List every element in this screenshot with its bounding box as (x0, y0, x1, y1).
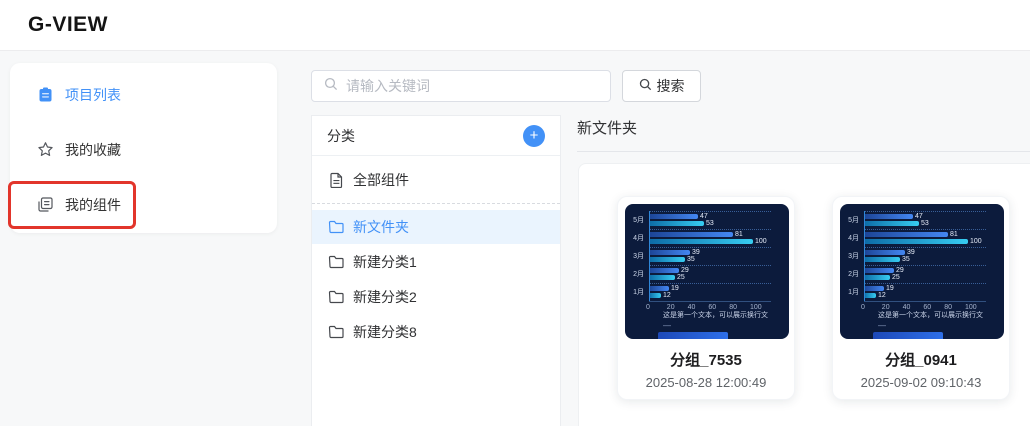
folder-title: 新文件夹 (577, 120, 638, 137)
category-item-label: 新文件夹 (353, 219, 409, 235)
category-item-label: 新建分类1 (353, 253, 417, 270)
clipboard-icon (37, 86, 54, 103)
sidebar-item-0[interactable]: 项目列表 (10, 67, 277, 122)
category-item-label: 新建分类8 (353, 323, 417, 340)
component-card-grid: 5月 47 53 4月 81 100 3月 39 35 2月 29 25 1月 19 12 0 20 40 60 80… (617, 196, 1010, 400)
components-icon (37, 196, 54, 213)
component-timestamp: 2025-08-28 12:00:49 (645, 375, 767, 390)
app-title: G-VIEW (28, 13, 108, 36)
category-item-2[interactable]: 新建分类1 (312, 244, 560, 279)
search-button-label: 搜索 (656, 78, 685, 94)
sidebar-item-label: 我的收藏 (65, 141, 121, 158)
search-icon (639, 78, 652, 94)
component-card-0[interactable]: 5月 47 53 4月 81 100 3月 39 35 2月 29 25 1月 19 12 0 20 40 60 80… (617, 196, 795, 400)
folder-icon (328, 219, 344, 235)
search-placeholder: 请输入关键词 (346, 78, 430, 94)
thumbnail-bar-chart: 5月 47 53 4月 81 100 3月 39 35 2月 29 25 1月 19 12 0 20 40 60 80… (840, 204, 1004, 339)
category-item-0[interactable]: 全部组件 (312, 156, 560, 204)
sidebar: 项目列表 我的收藏 我的组件 (10, 63, 277, 233)
app-header: G-VIEW (0, 0, 1030, 51)
sidebar-list: 项目列表 我的收藏 我的组件 (10, 67, 277, 232)
component-thumbnail[interactable]: 5月 47 53 4月 81 100 3月 39 35 2月 29 25 1月 19 12 0 20 40 60 80… (840, 204, 1004, 339)
component-timestamp: 2025-09-02 09:10:43 (860, 375, 982, 390)
category-header: 分类 + (312, 116, 560, 156)
thumbnail-bar-chart: 5月 47 53 4月 81 100 3月 39 35 2月 29 25 1月 19 12 0 20 40 60 80… (625, 204, 789, 339)
component-name: 分组_0941 (885, 352, 957, 369)
component-name: 分组_7535 (670, 352, 742, 369)
category-list: 全部组件 新文件夹 新建分类1 新建分类2 新建分类8 (312, 156, 560, 349)
sidebar-item-label: 项目列表 (65, 86, 121, 103)
sidebar-item-1[interactable]: 我的收藏 (10, 122, 277, 177)
sidebar-item-label: 我的组件 (65, 196, 121, 213)
search-button[interactable]: 搜索 (622, 70, 701, 102)
category-title: 分类 (327, 127, 355, 144)
app-window: G-VIEW 项目列表 我的收藏 我的组件 请输入关键词 搜索 分类 + 全部组… (0, 0, 1030, 426)
star-icon (37, 141, 54, 158)
category-item-1[interactable]: 新文件夹 (312, 210, 560, 244)
document-icon (328, 172, 344, 188)
category-panel: 分类 + 全部组件 新文件夹 新建分类1 新建分类2 新建分类8 (311, 115, 561, 426)
category-item-4[interactable]: 新建分类8 (312, 314, 560, 349)
category-item-label: 新建分类2 (353, 288, 417, 305)
sidebar-item-2[interactable]: 我的组件 (10, 177, 277, 232)
divider (577, 151, 1030, 152)
component-card-1[interactable]: 5月 47 53 4月 81 100 3月 39 35 2月 29 25 1月 19 12 0 20 40 60 80… (832, 196, 1010, 400)
category-item-label: 全部组件 (353, 171, 409, 188)
folder-icon (328, 324, 344, 340)
add-category-button[interactable]: + (523, 124, 545, 147)
folder-icon (328, 254, 344, 270)
search-icon (324, 77, 338, 96)
component-thumbnail[interactable]: 5月 47 53 4月 81 100 3月 39 35 2月 29 25 1月 19 12 0 20 40 60 80… (625, 204, 789, 339)
search-input[interactable]: 请输入关键词 (311, 70, 611, 102)
category-item-3[interactable]: 新建分类2 (312, 279, 560, 314)
folder-icon (328, 289, 344, 305)
